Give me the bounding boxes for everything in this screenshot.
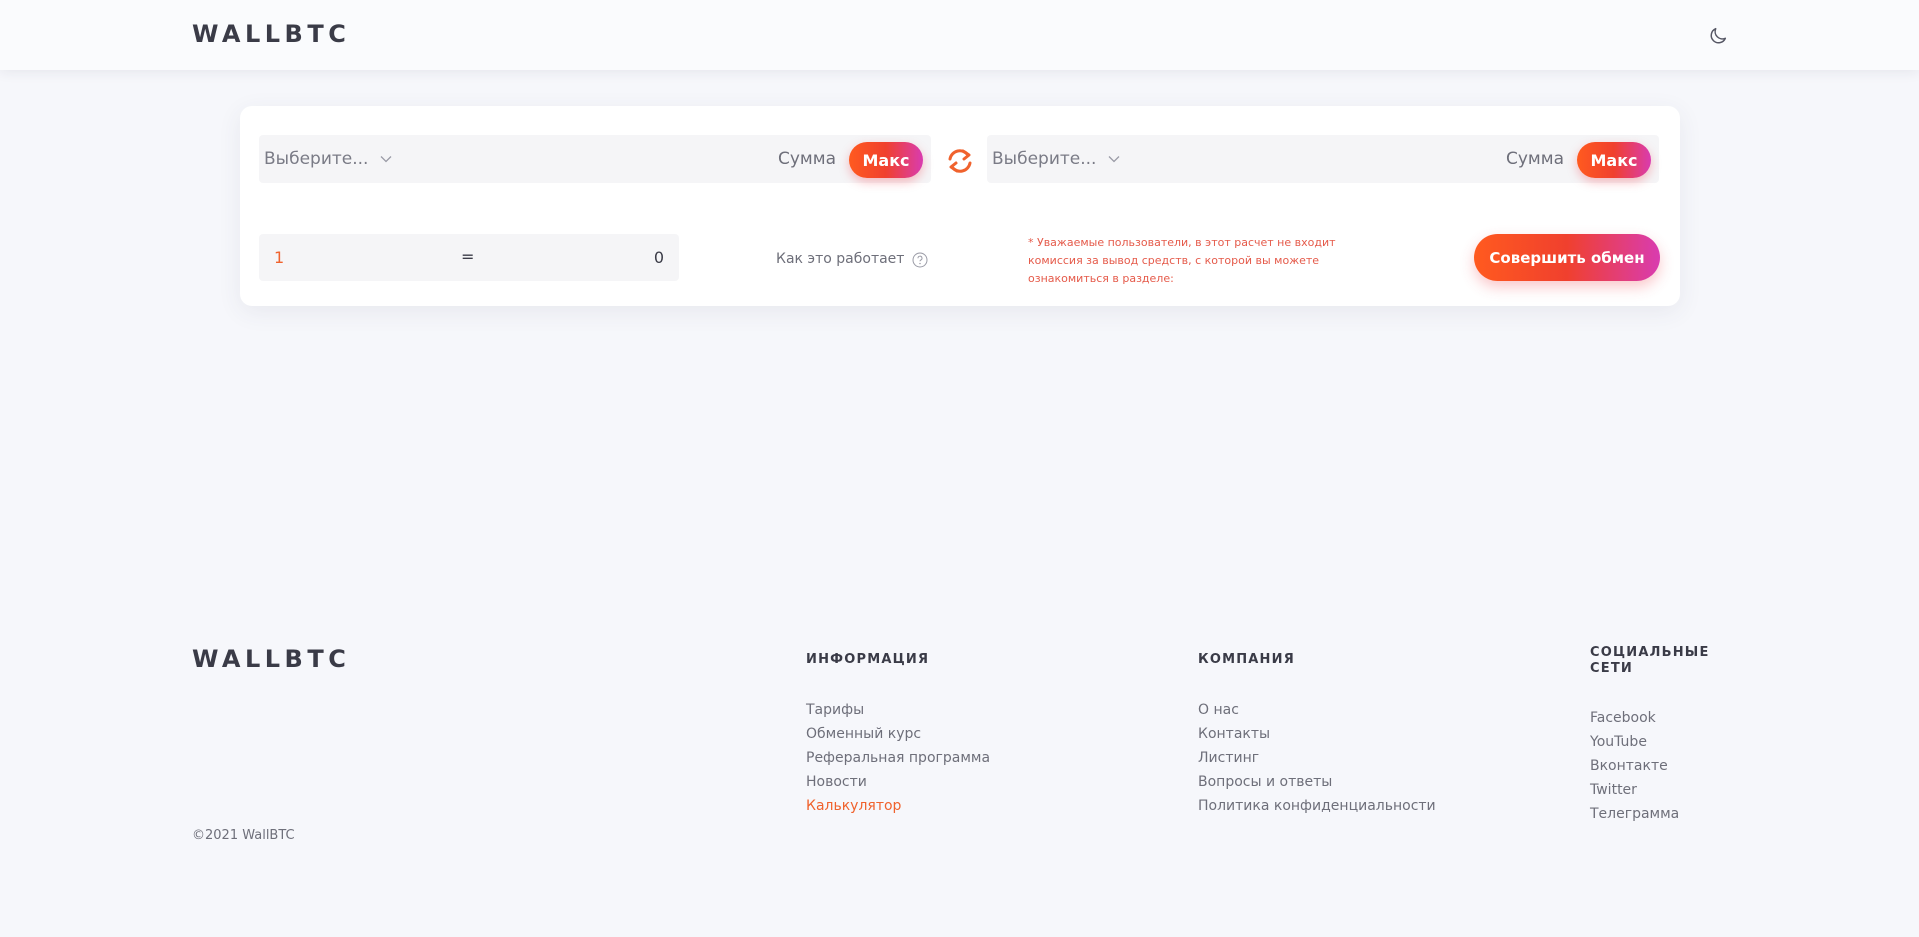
rate-box: 1 = 0 xyxy=(259,234,679,281)
rate-equals: = xyxy=(461,247,475,266)
rate-from-value: 1 xyxy=(274,248,285,267)
footer-link-listing[interactable]: Листинг xyxy=(1198,746,1436,770)
footer-info-links: Тарифы Обменный курс Реферальная програм… xyxy=(806,698,990,818)
rate-to-value: 0 xyxy=(653,248,664,267)
moon-icon[interactable] xyxy=(1707,25,1729,47)
footer-link-youtube[interactable]: YouTube xyxy=(1590,730,1679,754)
footer-logo[interactable]: WALLBTC xyxy=(192,645,350,673)
footer-link-faq[interactable]: Вопросы и ответы xyxy=(1198,770,1436,794)
from-field: Выберите... Сумма Макс xyxy=(259,135,931,183)
commission-notice: * Уважаемые пользователи, в этот расчет … xyxy=(1028,236,1336,285)
exchange-card: Выберите... Сумма Макс Выберите... Сумма… xyxy=(240,106,1680,306)
to-max-button[interactable]: Макс xyxy=(1577,142,1651,178)
footer-link-referral[interactable]: Реферальная программа xyxy=(806,746,990,770)
footer-link-contacts[interactable]: Контакты xyxy=(1198,722,1436,746)
footer-link-tariffs[interactable]: Тарифы xyxy=(806,698,990,722)
footer-link-twitter[interactable]: Twitter xyxy=(1590,778,1679,802)
exchange-submit-button[interactable]: Совершить обмен xyxy=(1474,234,1660,281)
footer-company-links: О нас Контакты Листинг Вопросы и ответы … xyxy=(1198,698,1436,818)
from-max-button[interactable]: Макс xyxy=(849,142,923,178)
to-currency-select-label: Выберите... xyxy=(992,149,1097,169)
footer-social-title-line1: СОЦИАЛЬНЫЕ xyxy=(1590,645,1710,660)
from-currency-select[interactable]: Выберите... xyxy=(264,149,392,169)
footer-link-facebook[interactable]: Facebook xyxy=(1590,706,1679,730)
footer-link-calculator[interactable]: Калькулятор xyxy=(806,794,990,818)
logo[interactable]: WALLBTC xyxy=(192,20,350,48)
chevron-down-icon xyxy=(380,156,392,163)
footer-social-title: СОЦИАЛЬНЫЕ СЕТИ xyxy=(1590,645,1710,677)
chevron-down-icon xyxy=(1108,156,1120,163)
how-it-works-link[interactable]: Как это работает xyxy=(776,251,904,267)
to-sum-label: Сумма xyxy=(1506,149,1564,169)
footer-link-privacy[interactable]: Политика конфиденциальности xyxy=(1198,794,1436,818)
footer-link-vkontakte[interactable]: Вконтакте xyxy=(1590,754,1679,778)
footer-company-title: КОМПАНИЯ xyxy=(1198,652,1295,667)
question-icon[interactable] xyxy=(912,252,928,268)
footer-link-about[interactable]: О нас xyxy=(1198,698,1436,722)
footer-link-telegram[interactable]: Телеграмма xyxy=(1590,802,1679,826)
footer-social-title-line2: СЕТИ xyxy=(1590,661,1633,676)
footer-link-news[interactable]: Новости xyxy=(806,770,990,794)
footer-info-title: ИНФОРМАЦИЯ xyxy=(806,652,930,667)
swap-icon[interactable] xyxy=(946,148,974,174)
from-sum-label: Сумма xyxy=(778,149,836,169)
footer-link-exchange-rate[interactable]: Обменный курс xyxy=(806,722,990,746)
footer-social-links: Facebook YouTube Вконтакте Twitter Телег… xyxy=(1590,706,1679,826)
to-field: Выберите... Сумма Макс xyxy=(987,135,1659,183)
copyright: ©2021 WallBTC xyxy=(192,828,295,843)
to-currency-select[interactable]: Выберите... xyxy=(992,149,1120,169)
header: WALLBTC xyxy=(0,0,1919,70)
from-currency-select-label: Выберите... xyxy=(264,149,369,169)
